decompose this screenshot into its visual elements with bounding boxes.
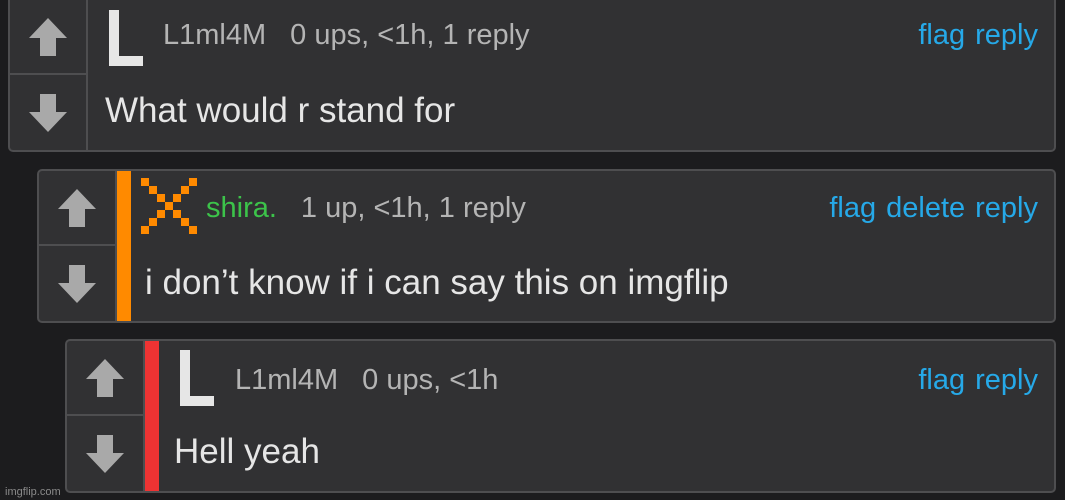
down-arrow-icon	[29, 93, 67, 132]
delete-link[interactable]: delete	[886, 192, 965, 224]
flag-link[interactable]: flag	[918, 364, 965, 396]
username-link[interactable]: L1ml4M	[163, 19, 266, 51]
comment-meta: L1ml4M 0 ups, <1h, 1 reply	[163, 19, 530, 52]
comment-text: Hell yeah	[174, 432, 320, 471]
user-avatar[interactable]	[106, 8, 146, 75]
user-avatar[interactable]	[177, 348, 217, 415]
upvote-button[interactable]	[67, 341, 143, 416]
downvote-button[interactable]	[67, 416, 143, 491]
user-avatar[interactable]	[141, 178, 197, 239]
down-arrow-icon	[86, 434, 124, 473]
reply-link[interactable]: reply	[975, 192, 1038, 224]
downvote-button[interactable]	[39, 246, 115, 321]
vote-controls	[10, 0, 88, 150]
reply-link[interactable]: reply	[975, 364, 1038, 396]
thread-indicator-bar	[145, 341, 159, 491]
comment-stats: 0 ups, <1h	[362, 364, 499, 396]
upvote-button[interactable]	[39, 171, 115, 246]
upvote-button[interactable]	[10, 0, 86, 75]
comment-text: i don’t know if i can say this on imgfli…	[145, 263, 729, 302]
comment-actions: flag reply	[908, 19, 1038, 52]
comment-2: shira. 1 up, <1h, 1 reply flag delete reply…	[37, 169, 1056, 323]
thread-indicator-bar	[117, 171, 131, 321]
imgflip-watermark: imgflip.com	[5, 486, 61, 498]
pixel-x-avatar	[141, 178, 197, 234]
up-arrow-icon	[58, 188, 96, 227]
comment-text: What would r stand for	[105, 91, 456, 130]
flag-link[interactable]: flag	[918, 19, 965, 51]
letter-L-avatar	[109, 10, 143, 66]
up-arrow-icon	[29, 17, 67, 56]
comment-meta: L1ml4M 0 ups, <1h	[235, 364, 498, 397]
username-link[interactable]: L1ml4M	[235, 364, 338, 396]
down-arrow-icon	[58, 264, 96, 303]
comment-stats: 1 up, <1h, 1 reply	[300, 192, 526, 224]
letter-L-avatar	[180, 350, 214, 406]
comment-actions: flag reply	[908, 364, 1038, 397]
comment-3: L1ml4M 0 ups, <1h flag reply Hell yeah	[65, 339, 1056, 493]
downvote-button[interactable]	[10, 75, 86, 150]
up-arrow-icon	[86, 358, 124, 397]
vote-controls	[67, 341, 145, 491]
flag-link[interactable]: flag	[829, 192, 876, 224]
vote-controls	[39, 171, 117, 321]
username-link[interactable]: shira.	[206, 192, 277, 224]
comment-actions: flag delete reply	[819, 192, 1038, 225]
reply-link[interactable]: reply	[975, 19, 1038, 51]
comment-meta: shira. 1 up, <1h, 1 reply	[206, 192, 526, 225]
comment-stats: 0 ups, <1h, 1 reply	[290, 19, 530, 51]
comment-1: L1ml4M 0 ups, <1h, 1 reply flag reply What…	[8, 0, 1056, 152]
